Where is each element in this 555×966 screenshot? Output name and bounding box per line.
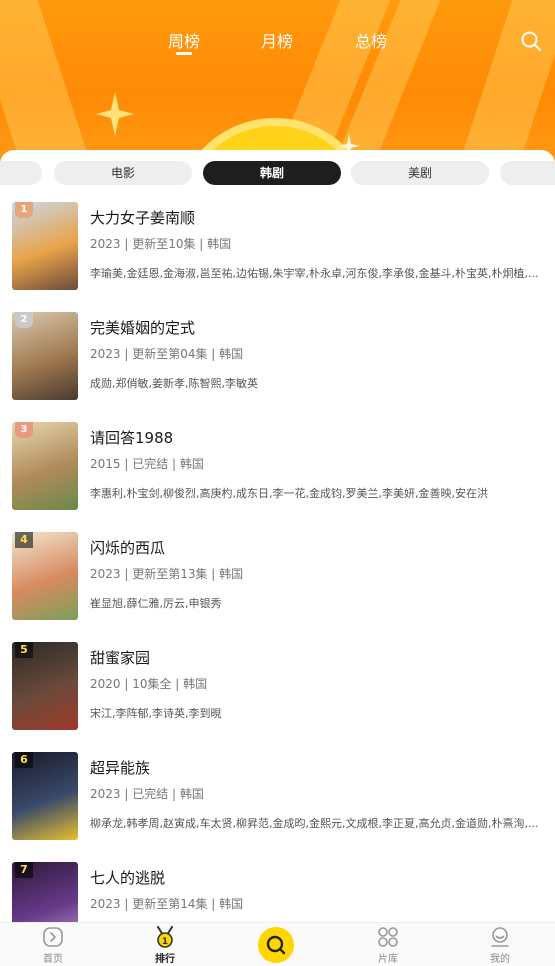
search-icon [266, 935, 286, 955]
poster-image[interactable]: 1 [12, 202, 78, 290]
item-meta: 2023 | 更新至第14集 | 韩国 [90, 897, 244, 911]
light-ray [437, 0, 555, 170]
item-title: 闪烁的西瓜 [90, 539, 166, 557]
item-title: 请回答1988 [90, 429, 174, 447]
item-title: 大力女子姜南顺 [90, 209, 196, 227]
category-chip-kdrama[interactable]: 韩剧 [203, 161, 341, 185]
item-meta: 2023 | 已完结 | 韩国 [90, 787, 204, 801]
category-chips: 电影 韩剧 美剧 [0, 161, 555, 185]
item-title: 甜蜜家园 [90, 649, 151, 667]
category-chip[interactable] [500, 161, 555, 185]
poster-image[interactable]: 3 [12, 422, 78, 510]
nav-ranking[interactable]: 1 排行 [135, 926, 195, 966]
item-meta: 2015 | 已完结 | 韩国 [90, 457, 204, 471]
rank-badge: 6 [15, 752, 33, 768]
content-panel: 电影 韩剧 美剧 1 大力女子姜南顺 2023 | 更新至10集 | 韩国 李瑜… [0, 150, 555, 922]
rank-badge: 1 [15, 202, 33, 218]
item-cast: 李惠利,朴宝剑,柳俊烈,高庚杓,成东日,李一花,金成钧,罗美兰,李美妍,金善映,… [90, 487, 488, 500]
list-item[interactable]: 7 七人的逃脱 2023 | 更新至第14集 | 韩国 [0, 862, 555, 922]
item-title: 超异能族 [90, 759, 151, 777]
header-banner: 周榜 月榜 总榜 [0, 0, 555, 170]
sparkle-icon [96, 92, 134, 136]
rank-badge: 5 [15, 642, 33, 658]
ranking-list: 1 大力女子姜南顺 2023 | 更新至10集 | 韩国 李瑜美,金廷恩,金海淑… [0, 202, 555, 922]
item-meta: 2023 | 更新至第13集 | 韩国 [90, 567, 244, 581]
medal-icon: 1 [157, 926, 173, 948]
item-cast: 宋江,李阵郁,李诗英,李到晛 [90, 707, 222, 720]
list-item[interactable]: 1 大力女子姜南顺 2023 | 更新至10集 | 韩国 李瑜美,金廷恩,金海淑… [0, 202, 555, 312]
tab-monthly[interactable]: 月榜 [261, 28, 293, 52]
category-chip-movie[interactable]: 电影 [54, 161, 192, 185]
home-icon [43, 927, 63, 947]
tab-all-time[interactable]: 总榜 [355, 28, 387, 52]
item-meta: 2023 | 更新至第04集 | 韩国 [90, 347, 244, 361]
item-cast: 柳承龙,韩孝周,赵寅成,车太贤,柳昇范,金成昀,金熙元,文成根,李正夏,高允贞,… [90, 817, 539, 830]
rank-badge: 2 [15, 312, 33, 328]
poster-image[interactable]: 5 [12, 642, 78, 730]
list-item[interactable]: 3 请回答1988 2015 | 已完结 | 韩国 李惠利,朴宝剑,柳俊烈,高庚… [0, 422, 555, 532]
ranking-period-tabs: 周榜 月榜 总榜 [0, 28, 555, 58]
bottom-nav: 首页 1 排行 片库 我的 [0, 922, 555, 966]
item-cast: 李瑜美,金廷恩,金海淑,邕至祐,边佑锡,朱宇宰,朴永卓,河东俊,李承俊,金基斗,… [90, 267, 539, 280]
nav-profile[interactable]: 我的 [470, 926, 530, 966]
rank-badge: 4 [15, 532, 33, 548]
search-icon[interactable] [520, 30, 542, 52]
list-item[interactable]: 4 闪烁的西瓜 2023 | 更新至第13集 | 韩国 崔显旭,薛仁雅,厉云,申… [0, 532, 555, 642]
item-cast: 成勋,郑俏敏,姜新孝,陈智熙,李敏英 [90, 377, 258, 390]
grid-icon [378, 927, 398, 947]
item-title: 七人的逃脱 [90, 869, 166, 887]
item-cast: 崔显旭,薛仁雅,厉云,申银秀 [90, 597, 222, 610]
list-item[interactable]: 6 超异能族 2023 | 已完结 | 韩国 柳承龙,韩孝周,赵寅成,车太贤,柳… [0, 752, 555, 862]
list-item[interactable]: 2 完美婚姻的定式 2023 | 更新至第04集 | 韩国 成勋,郑俏敏,姜新孝… [0, 312, 555, 422]
light-ray [0, 0, 113, 170]
poster-image[interactable]: 2 [12, 312, 78, 400]
item-meta: 2023 | 更新至10集 | 韩国 [90, 237, 232, 251]
category-chip[interactable] [0, 161, 42, 185]
svg-text:1: 1 [162, 937, 168, 947]
category-chip-us-drama[interactable]: 美剧 [351, 161, 489, 185]
profile-icon [491, 927, 509, 947]
item-title: 完美婚姻的定式 [90, 319, 196, 337]
tab-weekly[interactable]: 周榜 [168, 28, 200, 55]
poster-image[interactable]: 7 [12, 862, 78, 922]
nav-library[interactable]: 片库 [358, 926, 418, 966]
nav-label: 排行 [155, 954, 175, 965]
nav-label: 首页 [43, 954, 63, 965]
poster-image[interactable]: 6 [12, 752, 78, 840]
nav-home[interactable]: 首页 [23, 926, 83, 966]
rank-badge: 7 [15, 862, 33, 878]
nav-search[interactable] [258, 927, 294, 963]
list-item[interactable]: 5 甜蜜家园 2020 | 10集全 | 韩国 宋江,李阵郁,李诗英,李到晛 [0, 642, 555, 752]
rank-badge: 3 [15, 422, 33, 438]
item-meta: 2020 | 10集全 | 韩国 [90, 677, 208, 691]
nav-label: 片库 [378, 954, 398, 965]
nav-label: 我的 [490, 954, 510, 965]
poster-image[interactable]: 4 [12, 532, 78, 620]
